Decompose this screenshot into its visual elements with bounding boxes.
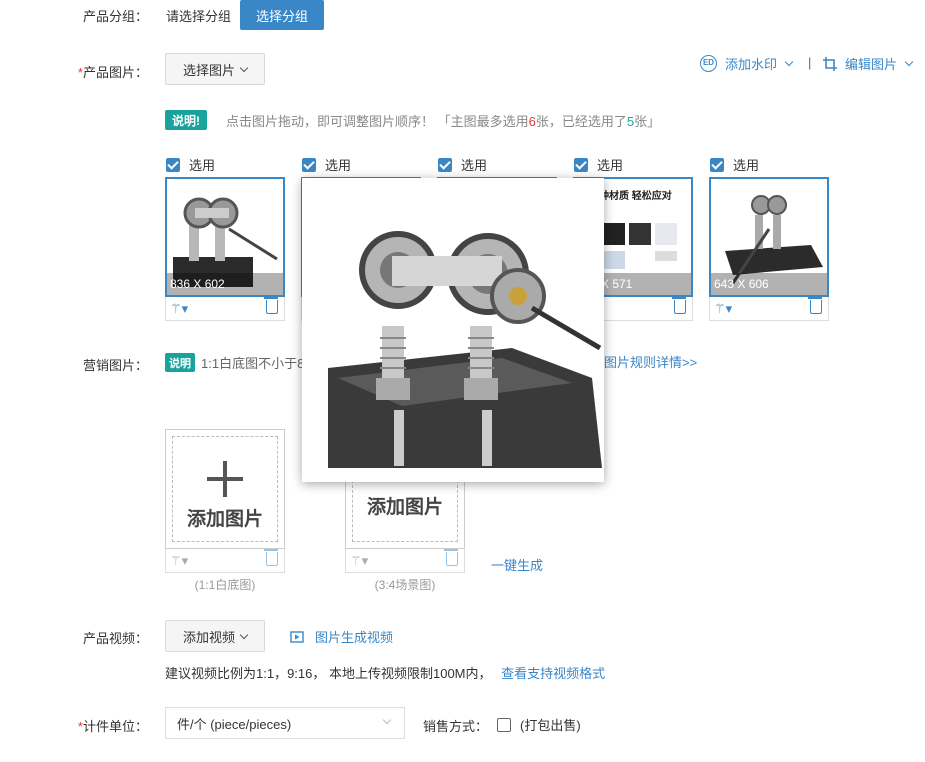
image-dimensions: 836 X 602 <box>167 273 283 295</box>
trash-icon[interactable] <box>444 549 458 566</box>
crop-icon <box>823 56 837 71</box>
trash-icon[interactable] <box>264 549 278 566</box>
video-formats-link[interactable]: 查看支持视频格式 <box>501 666 605 681</box>
chevron-down-icon <box>382 715 392 725</box>
chevron-down-icon <box>904 57 914 67</box>
image-toolbar-5: ⚚▾ <box>709 297 829 321</box>
trash-icon[interactable] <box>264 297 278 314</box>
video-hint-text: 建议视频比例为1:1，9:16， 本地上传视频限制100M内， <box>165 666 492 681</box>
product-image-5[interactable]: 643 X 606 <box>709 177 829 297</box>
image-to-video-link[interactable]: 图片生成视频 <box>290 627 393 646</box>
edit-image-button[interactable]: 编辑图片 <box>822 54 914 73</box>
caption-scene: (3:4场景图) <box>374 578 436 592</box>
note-pre: 点击图片拖动，即可调整图片顺序！ 「主图最多选用 <box>226 114 529 129</box>
caption-white-bg: (1:1白底图) <box>194 578 256 592</box>
magic-wand-icon[interactable]: ⚚▾ <box>170 301 188 317</box>
checkbox-icon <box>710 157 724 172</box>
pack-sale-checkbox[interactable]: (打包出售) <box>497 715 581 734</box>
select-image-label: 选择图片 <box>182 62 235 78</box>
sale-method-label: 销售方式： <box>423 719 489 734</box>
preview-photo <box>302 178 604 482</box>
checkbox-icon <box>438 157 452 172</box>
use-label: 选用 <box>597 158 624 173</box>
images-label-text: 产品图片： <box>82 65 148 80</box>
image-preview-popup <box>302 178 604 482</box>
use-checkbox-3[interactable]: 选用 <box>438 155 487 174</box>
trash-icon[interactable] <box>672 297 686 314</box>
explanation-tag: 说明! <box>165 110 207 130</box>
use-label: 选用 <box>461 158 488 173</box>
add-video-button[interactable]: 添加视频 <box>165 620 265 652</box>
group-placeholder: 请选择分组 <box>166 9 232 24</box>
toolbar-separator: | <box>808 55 812 70</box>
chevron-down-icon <box>784 57 794 67</box>
use-label: 选用 <box>325 158 352 173</box>
marketing-note: 1:1白底图不小于8 <box>201 356 305 371</box>
add-watermark-button[interactable]: ED 添加水印 <box>700 54 794 73</box>
select-image-button[interactable]: 选择图片 <box>165 53 265 85</box>
checkbox-icon <box>166 157 180 172</box>
chevron-down-icon <box>239 630 249 639</box>
images-label: *产品图片： <box>0 62 148 81</box>
unit-label: *计件单位： <box>0 716 148 735</box>
watermark-icon: ED <box>700 55 717 72</box>
group-label: 产品分组： <box>82 9 148 24</box>
chevron-down-icon <box>239 63 249 72</box>
edit-image-label: 编辑图片 <box>845 57 898 72</box>
video-icon <box>290 630 304 643</box>
marketing-explanation-tag: 说明 <box>165 353 195 372</box>
image-to-video-label: 图片生成视频 <box>315 630 394 645</box>
add-image-text: 添加图片 <box>186 509 263 530</box>
video-label: 产品视频： <box>82 631 148 646</box>
note-mid: 张，已经选用了 <box>535 114 627 129</box>
marketing-toolbar-2: ⚚▾ <box>345 549 465 573</box>
checkbox-icon <box>574 157 588 172</box>
marketing-toolbar-1: ⚚▾ <box>165 549 285 573</box>
magic-wand-icon[interactable]: ⚚▾ <box>714 301 732 317</box>
video-hint: 建议视频比例为1:1，9:16， 本地上传视频限制100M内， 查看支持视频格式 <box>165 663 605 682</box>
use-checkbox-2[interactable]: 选用 <box>302 155 351 174</box>
one-click-generate-link[interactable]: 一键生成 <box>491 555 543 574</box>
add-watermark-label: 添加水印 <box>725 57 778 72</box>
select-group-button[interactable]: 选择分组 <box>240 0 324 30</box>
magic-wand-icon[interactable]: ⚚▾ <box>350 553 368 569</box>
image-order-note: 点击图片拖动，即可调整图片顺序！ 「主图最多选用6张，已经选用了5张」 <box>226 111 660 130</box>
trash-icon[interactable] <box>808 297 822 314</box>
use-label: 选用 <box>733 158 760 173</box>
use-label: 选用 <box>189 158 216 173</box>
unit-select-value: 件/个 (piece/pieces) <box>177 716 292 732</box>
pack-sale-label: (打包出售) <box>520 718 581 733</box>
unit-select[interactable]: 件/个 (piece/pieces) <box>165 707 405 739</box>
use-checkbox-5[interactable]: 选用 <box>710 155 759 174</box>
note-max: 6 <box>528 114 536 129</box>
image-dimensions: 643 X 606 <box>711 273 827 295</box>
add-image-text: 添加图片 <box>366 497 443 518</box>
checkbox-empty-icon <box>497 717 511 732</box>
checkbox-icon <box>302 157 316 172</box>
marketing-label: 营销图片： <box>82 358 148 373</box>
plus-icon <box>207 461 243 497</box>
image-toolbar-1: ⚚▾ <box>165 297 285 321</box>
use-checkbox-1[interactable]: 选用 <box>166 155 215 174</box>
note-post: 张」 <box>634 114 661 129</box>
magic-wand-icon[interactable]: ⚚▾ <box>170 553 188 569</box>
add-image-white-bg[interactable]: 添加图片 <box>165 429 285 549</box>
use-checkbox-4[interactable]: 选用 <box>574 155 623 174</box>
product-image-1[interactable]: 836 X 602 <box>165 177 285 297</box>
image-rules-link[interactable]: 图片规则详情>> <box>604 352 697 371</box>
add-video-label: 添加视频 <box>182 629 235 645</box>
unit-label-text: 计件单位： <box>82 719 148 734</box>
